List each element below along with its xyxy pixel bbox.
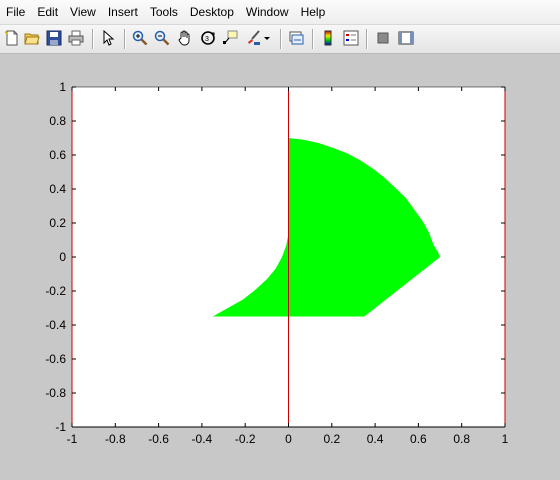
open-file-icon[interactable] bbox=[22, 28, 42, 48]
menu-window[interactable]: Window bbox=[240, 1, 295, 23]
menu-bar: File Edit View Insert Tools Desktop Wind… bbox=[0, 0, 560, 25]
legend-icon[interactable] bbox=[341, 28, 361, 48]
x-tick-label: 0.8 bbox=[453, 432, 470, 446]
new-figure-icon[interactable] bbox=[2, 28, 22, 48]
y-tick-label: -0.4 bbox=[45, 318, 66, 332]
figure-canvas: -1 -0.8 -0.6 -0.4 -0.2 0 0.2 0.4 0.6 0.8 1 1 0.8 0.6 0… bbox=[0, 54, 560, 475]
svg-text:3: 3 bbox=[205, 36, 209, 43]
zoom-out-icon[interactable] bbox=[152, 28, 172, 48]
brush-dropdown-icon[interactable] bbox=[262, 28, 272, 48]
menu-help[interactable]: Help bbox=[295, 1, 332, 23]
print-figure-icon[interactable] bbox=[66, 28, 86, 48]
menu-insert[interactable]: Insert bbox=[102, 1, 144, 23]
x-tick-label: 0.6 bbox=[410, 432, 427, 446]
x-tick-label: -0.4 bbox=[192, 432, 213, 446]
brush-icon[interactable] bbox=[243, 28, 263, 48]
zoom-in-icon[interactable] bbox=[130, 28, 150, 48]
show-plot-tools-icon[interactable] bbox=[396, 28, 416, 48]
y-tick-label: -1 bbox=[55, 420, 66, 434]
y-tick-label: -0.2 bbox=[45, 284, 66, 298]
pan-hand-icon[interactable] bbox=[175, 28, 195, 48]
data-cursor-icon[interactable] bbox=[220, 28, 240, 48]
figure-toolbar: 3 bbox=[0, 25, 560, 54]
save-figure-icon[interactable] bbox=[44, 28, 64, 48]
y-tick-label: -0.6 bbox=[45, 352, 66, 366]
menu-file[interactable]: File bbox=[0, 1, 31, 23]
y-tick-label: 0.4 bbox=[49, 182, 66, 196]
x-tick-label: -1 bbox=[67, 432, 78, 446]
x-tick-label: -0.2 bbox=[235, 432, 256, 446]
x-tick-label: 0 bbox=[285, 432, 292, 446]
y-tick-label: 1 bbox=[59, 80, 66, 94]
plot-area[interactable]: -1 -0.8 -0.6 -0.4 -0.2 0 0.2 0.4 0.6 0.8 1 1 0.8 0.6 0… bbox=[0, 54, 560, 475]
x-tick-label: -0.6 bbox=[148, 432, 169, 446]
y-tick-label: 0.2 bbox=[49, 216, 66, 230]
y-tick-label: 0.8 bbox=[49, 114, 66, 128]
menu-view[interactable]: View bbox=[64, 1, 102, 23]
rotate-3d-icon[interactable]: 3 bbox=[198, 28, 218, 48]
y-tick-label: 0 bbox=[59, 250, 66, 264]
y-tick-label: -0.8 bbox=[45, 386, 66, 400]
edit-plot-pointer-icon[interactable] bbox=[98, 28, 118, 48]
x-tick-label: 0.4 bbox=[367, 432, 384, 446]
x-tick-label: 1 bbox=[502, 432, 509, 446]
menu-desktop[interactable]: Desktop bbox=[184, 1, 240, 23]
y-tick-label: 0.6 bbox=[49, 148, 66, 162]
x-tick-label: -0.8 bbox=[105, 432, 126, 446]
link-plot-icon[interactable] bbox=[286, 28, 306, 48]
hide-plot-tools-icon[interactable] bbox=[373, 28, 393, 48]
x-tick-label: 0.2 bbox=[323, 432, 340, 446]
menu-edit[interactable]: Edit bbox=[31, 1, 64, 23]
colorbar-icon[interactable] bbox=[318, 28, 338, 48]
menu-tools[interactable]: Tools bbox=[144, 1, 184, 23]
